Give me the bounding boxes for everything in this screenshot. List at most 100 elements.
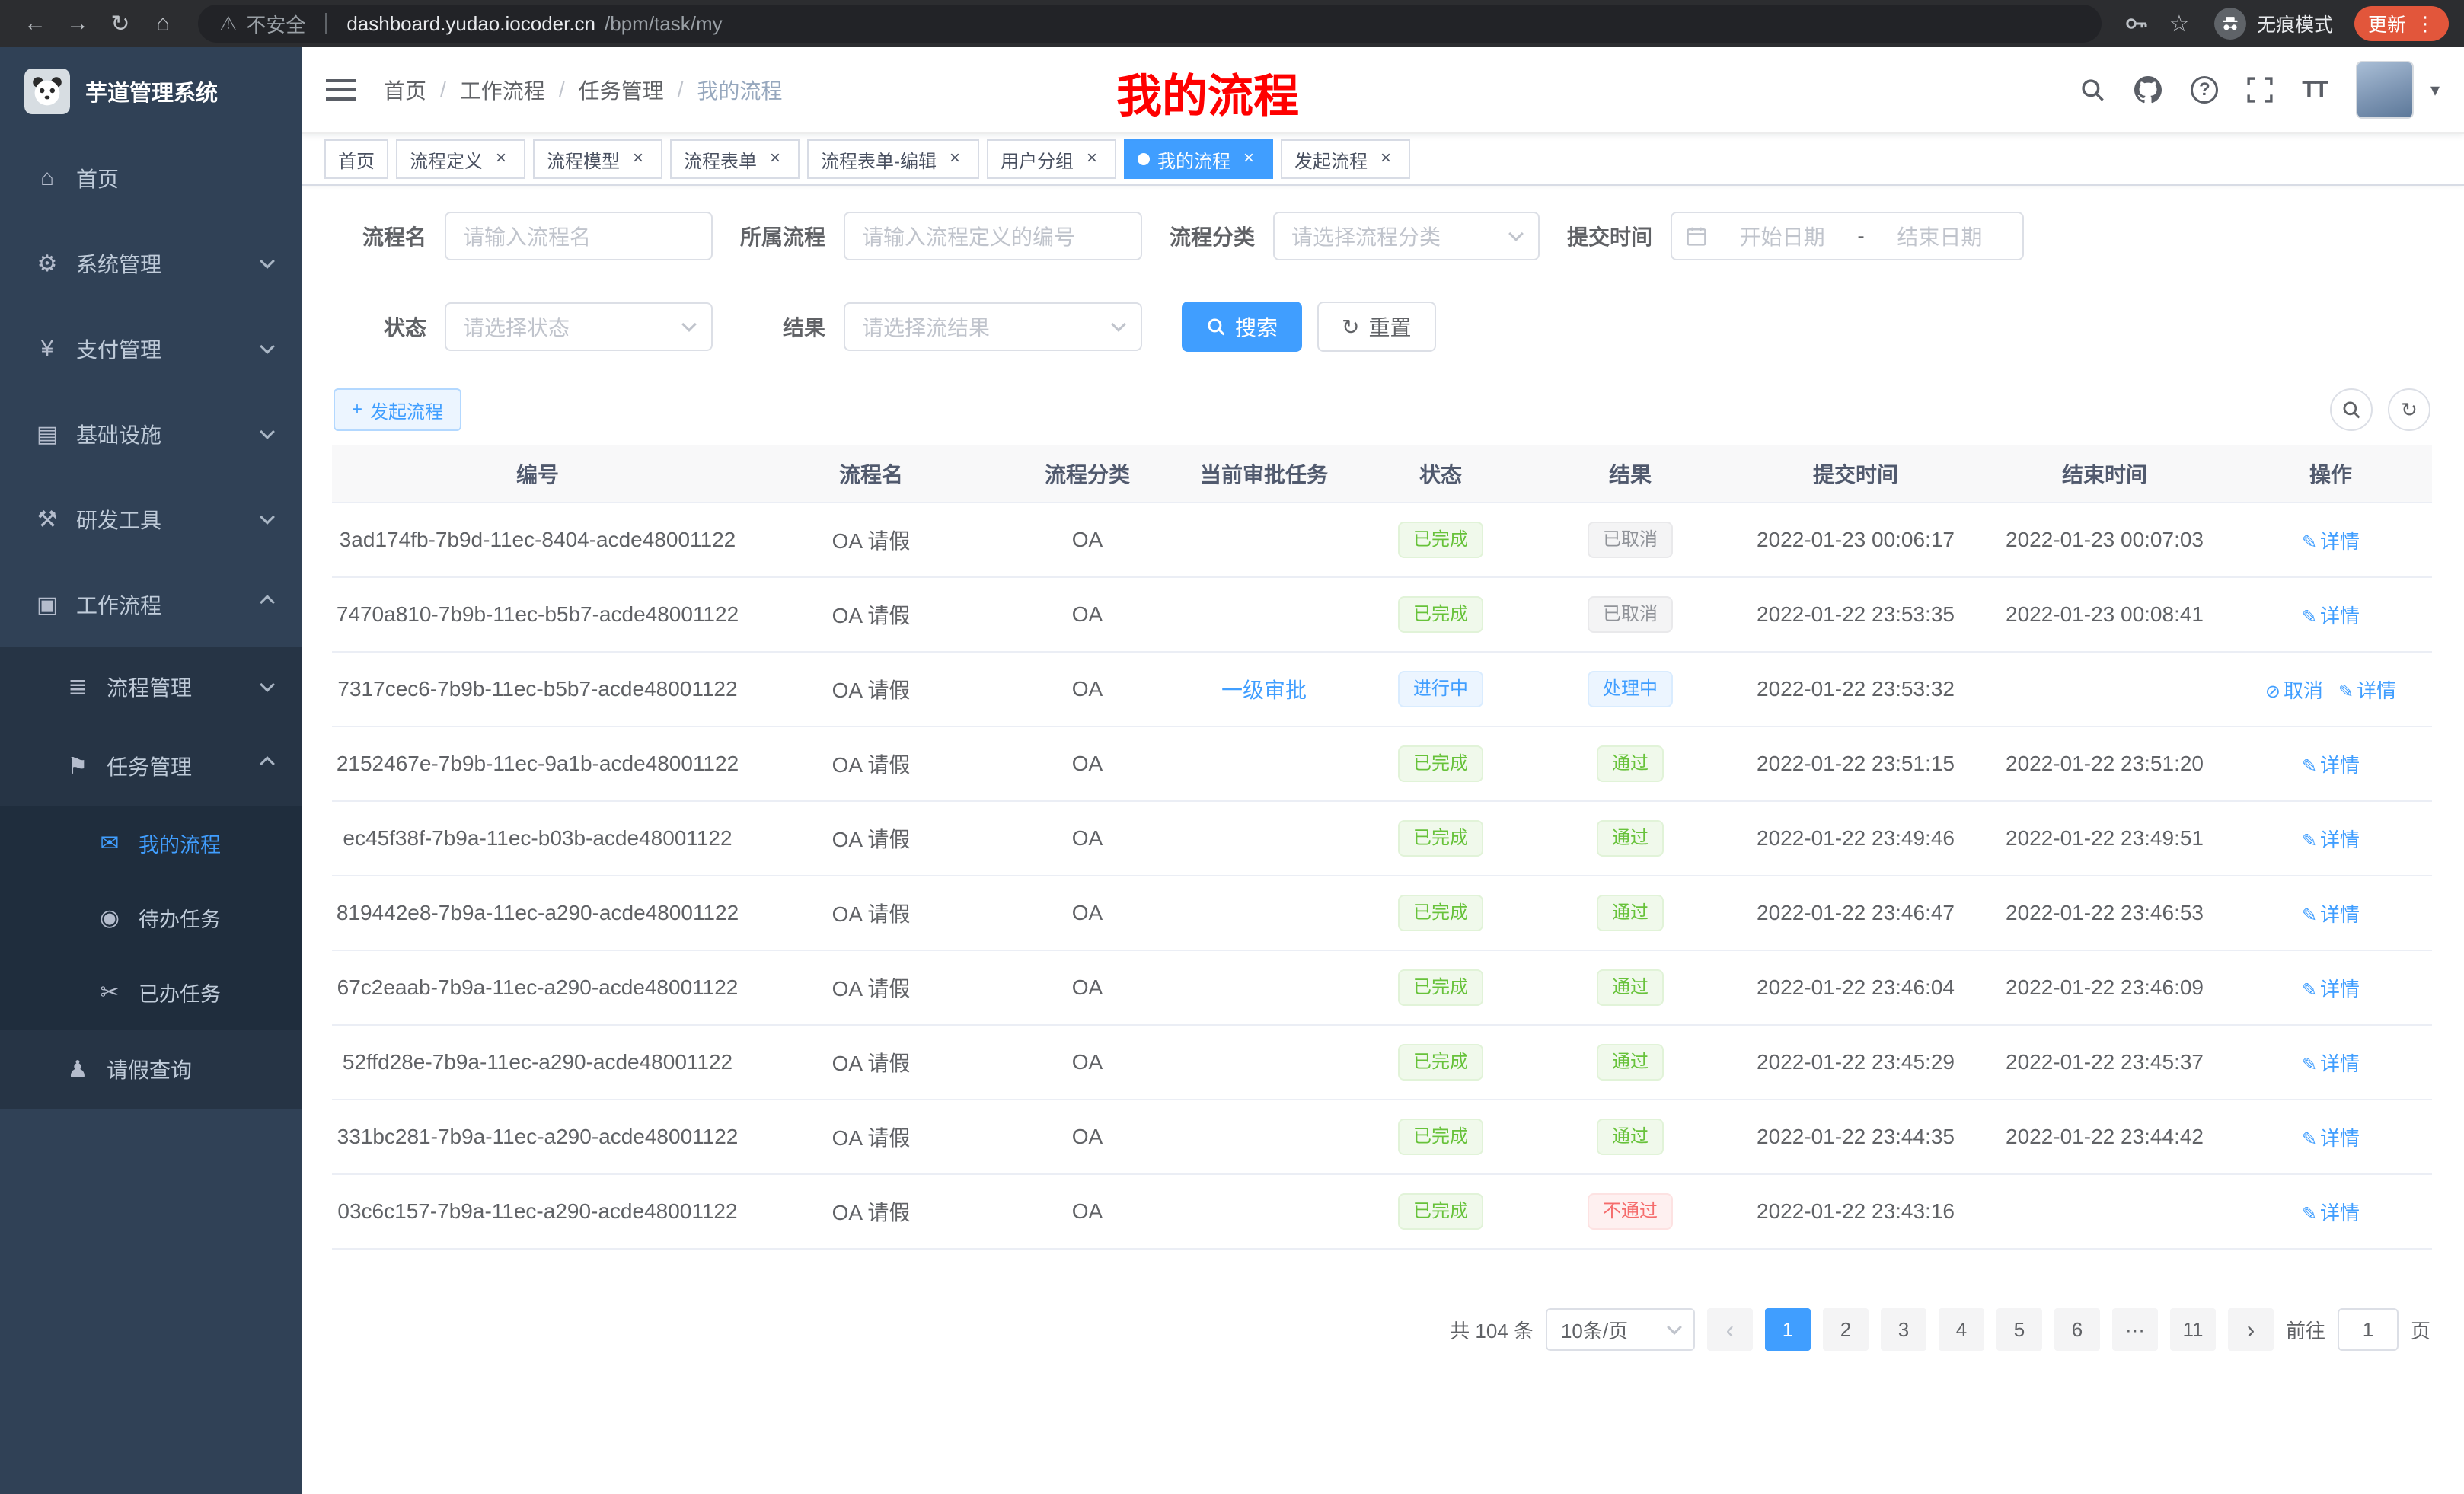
status-select[interactable]: 请选择状态 (445, 302, 713, 351)
goto-page-input[interactable] (2338, 1308, 2399, 1351)
sidebar-item-system[interactable]: ⚙系统管理 (0, 221, 302, 306)
cell-result: 通过 (1529, 876, 1732, 950)
sidebar-item-todo-tasks[interactable]: ◉待办任务 (0, 880, 302, 955)
close-icon[interactable]: × (490, 148, 512, 170)
sidebar-item-process-management[interactable]: ≣流程管理 (0, 647, 302, 726)
detail-link[interactable]: ✎详情 (2302, 605, 2360, 627)
category-select[interactable]: 请选择流程分类 (1273, 212, 1540, 260)
cell-category: OA (999, 1100, 1176, 1174)
forward-button[interactable]: → (58, 4, 97, 43)
home-icon: ⌂ (30, 165, 64, 191)
chevron-down-icon[interactable]: ▾ (2430, 79, 2440, 101)
breadcrumb-item[interactable]: 工作流程 (460, 75, 545, 105)
tab-item[interactable]: 我的流程× (1124, 139, 1273, 179)
page-button[interactable]: 5 (1996, 1308, 2042, 1351)
menu-kebab-icon[interactable]: ⋮ (2415, 12, 2435, 36)
next-page-button[interactable]: › (2228, 1308, 2274, 1351)
page-button[interactable]: 6 (2054, 1308, 2100, 1351)
cell-end-time (1980, 652, 2229, 726)
toggle-search-button[interactable] (2330, 388, 2373, 431)
cell-status: 已完成 (1352, 503, 1529, 577)
sidebar-item-devtools[interactable]: ⚒研发工具 (0, 477, 302, 562)
page-button[interactable]: 11 (2170, 1308, 2216, 1351)
tab-item[interactable]: 发起流程× (1281, 139, 1410, 179)
detail-link[interactable]: ✎详情 (2302, 754, 2360, 777)
password-key-icon[interactable] (2117, 4, 2156, 43)
breadcrumb-item[interactable]: 首页 (384, 75, 426, 105)
breadcrumb-item-current: 我的流程 (697, 75, 782, 105)
result-select[interactable]: 请选择流结果 (844, 302, 1142, 351)
process-definition-input[interactable]: 请输入流程定义的编号 (844, 212, 1142, 260)
tab-item[interactable]: 用户分组× (987, 139, 1116, 179)
breadcrumb-item[interactable]: 任务管理 (579, 75, 664, 105)
sidebar-item-done-tasks[interactable]: ✂已办任务 (0, 955, 302, 1030)
detail-link[interactable]: ✎详情 (2302, 1127, 2360, 1150)
close-icon[interactable]: × (1238, 148, 1259, 170)
prev-page-button[interactable]: ‹ (1707, 1308, 1753, 1351)
detail-link[interactable]: ✎详情 (2302, 530, 2360, 553)
close-icon[interactable]: × (764, 148, 786, 170)
logo[interactable]: 芋道管理系统 (0, 47, 302, 136)
sidebar-item-my-process[interactable]: ✉我的流程 (0, 806, 302, 880)
sidebar-item-label: 基础设施 (76, 419, 161, 449)
current-task-link[interactable]: 一级审批 (1221, 678, 1307, 702)
page-button[interactable]: 1 (1765, 1308, 1811, 1351)
fullscreen-icon[interactable] (2247, 77, 2273, 103)
detail-link[interactable]: ✎详情 (2302, 978, 2360, 1001)
page-button[interactable]: 4 (1939, 1308, 1984, 1351)
tab-item[interactable]: 流程模型× (533, 139, 662, 179)
sidebar-item-workflow[interactable]: ▣工作流程 (0, 562, 302, 647)
cell-status: 进行中 (1352, 652, 1529, 726)
page-size-select[interactable]: 10条/页 (1546, 1308, 1695, 1351)
close-icon[interactable]: × (1375, 148, 1396, 170)
back-button[interactable]: ← (15, 4, 55, 43)
page-button[interactable]: 2 (1823, 1308, 1869, 1351)
create-process-button[interactable]: + 发起流程 (334, 388, 461, 431)
page-button[interactable]: 3 (1881, 1308, 1926, 1351)
search-button[interactable]: 搜索 (1182, 302, 1302, 352)
sidebar-item-payment[interactable]: ¥支付管理 (0, 306, 302, 391)
cell-result: 通过 (1529, 801, 1732, 876)
reset-button[interactable]: ↻ 重置 (1317, 302, 1435, 352)
detail-link[interactable]: ✎详情 (2302, 828, 2360, 851)
avatar[interactable] (2356, 61, 2414, 119)
range-separator: - (1857, 224, 1864, 248)
tab-item[interactable]: 流程定义× (396, 139, 525, 179)
close-icon[interactable]: × (627, 148, 649, 170)
close-icon[interactable]: × (1081, 148, 1103, 170)
address-bar[interactable]: ⚠ 不安全 dashboard.yudao.iocoder.cn/bpm/tas… (198, 5, 2102, 43)
sidebar-item-home[interactable]: ⌂首页 (0, 136, 302, 221)
font-size-icon[interactable]: TT (2302, 77, 2327, 103)
bookmark-star-icon[interactable]: ☆ (2159, 4, 2199, 43)
cell-id: 2152467e-7b9b-11ec-9a1b-acde48001122 (332, 726, 743, 801)
update-button[interactable]: 更新 ⋮ (2354, 6, 2449, 41)
detail-link[interactable]: ✎详情 (2302, 1202, 2360, 1224)
refresh-table-button[interactable]: ↻ (2388, 388, 2430, 431)
search-icon[interactable] (2079, 77, 2105, 103)
cell-process-name: OA 请假 (743, 503, 999, 577)
submit-time-range-picker[interactable]: 开始日期 - 结束日期 (1671, 212, 2024, 260)
cancel-icon: ⊘ (2265, 682, 2280, 702)
detail-link[interactable]: ✎详情 (2302, 903, 2360, 926)
cell-submit-time: 2022-01-22 23:49:46 (1732, 801, 1980, 876)
page-ellipsis[interactable]: ··· (2112, 1308, 2158, 1351)
hamburger-icon[interactable] (326, 79, 356, 101)
sidebar-item-task-management[interactable]: ⚑任务管理 (0, 726, 302, 806)
process-name-input[interactable]: 请输入流程名 (445, 212, 713, 260)
help-icon[interactable]: ? (2191, 76, 2218, 104)
process-name-label: 流程名 (353, 221, 426, 251)
tab-item[interactable]: 流程表单-编辑× (807, 139, 979, 179)
tab-item[interactable]: 首页 (324, 139, 388, 179)
close-icon[interactable]: × (944, 148, 965, 170)
reload-button[interactable]: ↻ (101, 4, 140, 43)
browser-home-button[interactable]: ⌂ (143, 4, 183, 43)
sidebar-item-infrastructure[interactable]: ▤基础设施 (0, 391, 302, 477)
detail-link[interactable]: ✎详情 (2338, 679, 2396, 702)
cell-process-name: OA 请假 (743, 652, 999, 726)
tab-item[interactable]: 流程表单× (670, 139, 800, 179)
chevron-down-icon (1667, 1320, 1682, 1335)
github-icon[interactable] (2134, 76, 2162, 104)
detail-link[interactable]: ✎详情 (2302, 1052, 2360, 1075)
sidebar-item-leave-query[interactable]: ♟请假查询 (0, 1030, 302, 1109)
cancel-link[interactable]: ⊘取消 (2265, 679, 2323, 702)
